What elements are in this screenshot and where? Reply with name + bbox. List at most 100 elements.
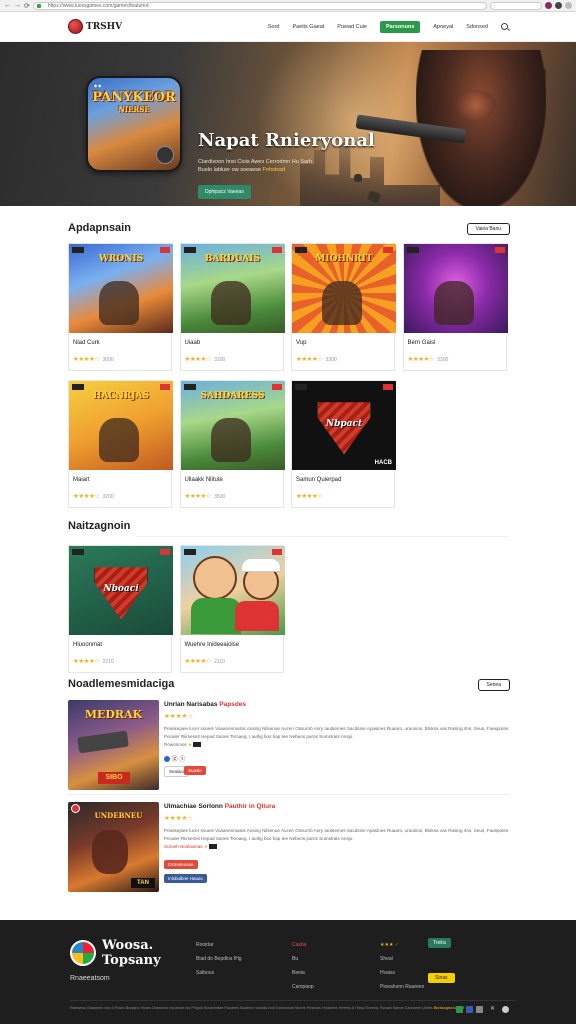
card-rating: ★★★★☆ 3300 <box>296 356 337 363</box>
card-rating: ★★★★☆ 3300 <box>407 356 449 363</box>
card-thumbnail[interactable] <box>403 244 508 333</box>
social-icon[interactable] <box>502 1006 509 1013</box>
footer-link[interactable]: Salbous <box>196 966 242 980</box>
game-card[interactable]: Wuehre Inideeaiolse ★★★★☆ 2110 <box>179 545 285 673</box>
x-icon[interactable]: ✕ <box>490 1006 497 1013</box>
thumb-tag-red <box>494 247 505 253</box>
thumb-tag-red <box>160 247 170 253</box>
card-thumbnail[interactable]: SAHDARESS <box>180 381 285 470</box>
thumb-tag <box>406 247 419 253</box>
card-thumbnail[interactable]: WRONIS <box>69 244 173 333</box>
thumb-tag-red <box>271 384 282 390</box>
list-item[interactable]: UNDEBNEU TAN Ulmachiae Sorlonn Pauthir i… <box>68 802 510 894</box>
main-menu: Sord Paetis Gaeat Puwad Cuie Parsonuns A… <box>268 20 508 33</box>
site-logo-text[interactable]: TRSHV <box>86 22 122 32</box>
item-description: Peaskepiee lucer soueis Voaanenmatos Aos… <box>164 726 509 748</box>
view-all-button[interactable]: Vaiea Banu <box>466 223 510 235</box>
list-thumbnail[interactable]: MEDRAK SIBO <box>68 700 159 790</box>
footer-link[interactable]: Casba <box>292 938 314 952</box>
menu-icon[interactable] <box>565 2 572 9</box>
footer-rating: ★★★ ✓ <box>380 942 400 948</box>
see-more-button[interactable]: Senea <box>477 679 510 691</box>
footer-link[interactable]: Beeia <box>292 966 314 980</box>
thumb-tag-red <box>383 384 393 390</box>
footer-link[interactable]: Campaop <box>292 980 314 994</box>
item-title[interactable]: Ulmachiae Sorlonn Pauthir in Qliura <box>164 803 275 810</box>
menu-item-0[interactable]: Sord <box>268 24 280 30</box>
forward-icon[interactable]: → <box>14 2 21 9</box>
menu-item-2[interactable]: Puwad Cuie <box>337 24 367 30</box>
card-thumbnail[interactable]: BARDUAIS <box>180 244 285 333</box>
thumb-tag-red <box>160 384 170 390</box>
footer-link[interactable]: Biad do Bepdlos fHg <box>196 952 242 966</box>
social-icon[interactable] <box>476 1006 483 1013</box>
card-title[interactable]: Wuehre Inideeaiolse <box>185 642 240 648</box>
list-thumbnail[interactable]: UNDEBNEU TAN <box>68 802 159 892</box>
card-title[interactable]: Bern Gaisl <box>408 340 436 346</box>
footer-yellow-button[interactable]: Sinas <box>428 973 455 983</box>
footer-green-badge[interactable]: Trelra <box>428 938 451 948</box>
footer-link[interactable]: Rooidar <box>196 938 242 952</box>
list-item[interactable]: MEDRAK SIBO Unrlan Narisabas Papsdes ★★★… <box>68 700 510 792</box>
footer-link[interactable]: Hvaiss <box>380 966 424 980</box>
card-rating: ★★★★☆ 3200 <box>73 493 114 500</box>
social-icon[interactable] <box>456 1006 463 1013</box>
primary-button[interactable]: Suasle <box>184 766 206 775</box>
footer-link[interactable]: Pioeahonn Raarees <box>380 980 424 994</box>
card-title[interactable]: Vup <box>296 340 306 346</box>
hero-app-icon[interactable]: ◆ ◆ PANYKEOR NIERSE <box>86 76 182 172</box>
character-figure <box>99 418 139 462</box>
game-card[interactable]: Bern Gaisl ★★★★☆ 3300 <box>402 243 508 371</box>
social-icon[interactable] <box>466 1006 473 1013</box>
card-thumbnail[interactable]: Nboaci <box>69 546 173 635</box>
extension-icon[interactable] <box>545 2 552 9</box>
thumb-tag <box>183 247 196 253</box>
secondary-button[interactable]: Inlsbulbne Hauas <box>164 874 207 883</box>
browser-search-input[interactable] <box>490 1 542 10</box>
profile-icon[interactable] <box>555 2 562 9</box>
search-icon[interactable] <box>501 23 508 30</box>
menu-item-1[interactable]: Paetis Gaeat <box>292 24 324 30</box>
primary-button[interactable]: Osmeteusaa <box>164 860 198 869</box>
address-bar[interactable]: https://www.lucesgames.com/games/feature… <box>32 1 487 10</box>
game-card[interactable]: MIOHNRIT Vup ★★★★☆ 3300 <box>291 243 396 371</box>
section-divider <box>136 536 510 537</box>
card-title[interactable]: Ullaakk Nlitute <box>185 477 223 483</box>
game-card[interactable]: SAHDARESS Ullaakk Nlitute ★★★★☆ 3500 <box>179 380 285 508</box>
footer-link[interactable]: Sheal <box>380 952 424 966</box>
card-title[interactable]: Uiaab <box>185 340 201 346</box>
game-card[interactable]: WRONIS Nlad Curk ★★★★☆ 3000 <box>68 243 173 371</box>
game-card[interactable]: BARDUAIS Uiaab ★★★★☆ 3300 <box>179 243 285 371</box>
card-rating: ★★★★☆ 3500 <box>184 493 226 500</box>
section-title: Naitzagnoin <box>68 520 131 532</box>
character-figure <box>210 418 251 462</box>
game-card[interactable]: Nboaci Hluoonmat ★★★★☆ 2210 <box>68 545 173 673</box>
card-title[interactable]: Samun Quierpad <box>296 477 341 483</box>
item-title[interactable]: Unrlan Narisabas Papsdes <box>164 701 246 708</box>
card-thumbnail[interactable]: HACNRJAS <box>69 381 173 470</box>
footer-link[interactable]: Bu <box>292 952 314 966</box>
card-title[interactable]: Nlad Curk <box>73 340 100 346</box>
game-card[interactable]: Nbpact HACB Samun Quierpad ★★★★☆ <box>291 380 396 508</box>
footer-divider <box>70 1000 516 1001</box>
header-cta-button[interactable]: Parsonuns <box>379 20 421 33</box>
card-title[interactable]: Hluoonmat <box>73 642 102 648</box>
back-icon[interactable]: ← <box>4 2 11 9</box>
card-thumbnail[interactable]: Nbpact HACB <box>292 381 396 470</box>
thumb-tag <box>183 549 196 555</box>
card-thumbnail[interactable]: MIOHNRIT <box>292 244 396 333</box>
thumb-tag-red <box>160 549 170 555</box>
footer-url[interactable]: Rnaeeatsom <box>70 975 110 982</box>
thumb-badge: HACB <box>374 460 392 466</box>
menu-item-3[interactable]: Apoeyal <box>433 24 453 30</box>
menu-item-4[interactable]: Sdonsed <box>466 24 488 30</box>
thumb-label: Nbpact <box>325 419 363 429</box>
hero-download-button[interactable]: Dphipacs Vaeeas <box>198 185 251 199</box>
reload-icon[interactable]: ⟳ <box>24 2 30 10</box>
game-card[interactable]: HACNRJAS Maiart ★★★★☆ 3200 <box>68 380 173 508</box>
thumb-label: BARDUAIS <box>204 254 261 264</box>
card-title[interactable]: Maiart <box>73 477 90 483</box>
logo-ball-icon[interactable] <box>68 19 83 34</box>
footer-logo-icon[interactable] <box>70 940 96 966</box>
card-thumbnail[interactable] <box>180 546 285 635</box>
